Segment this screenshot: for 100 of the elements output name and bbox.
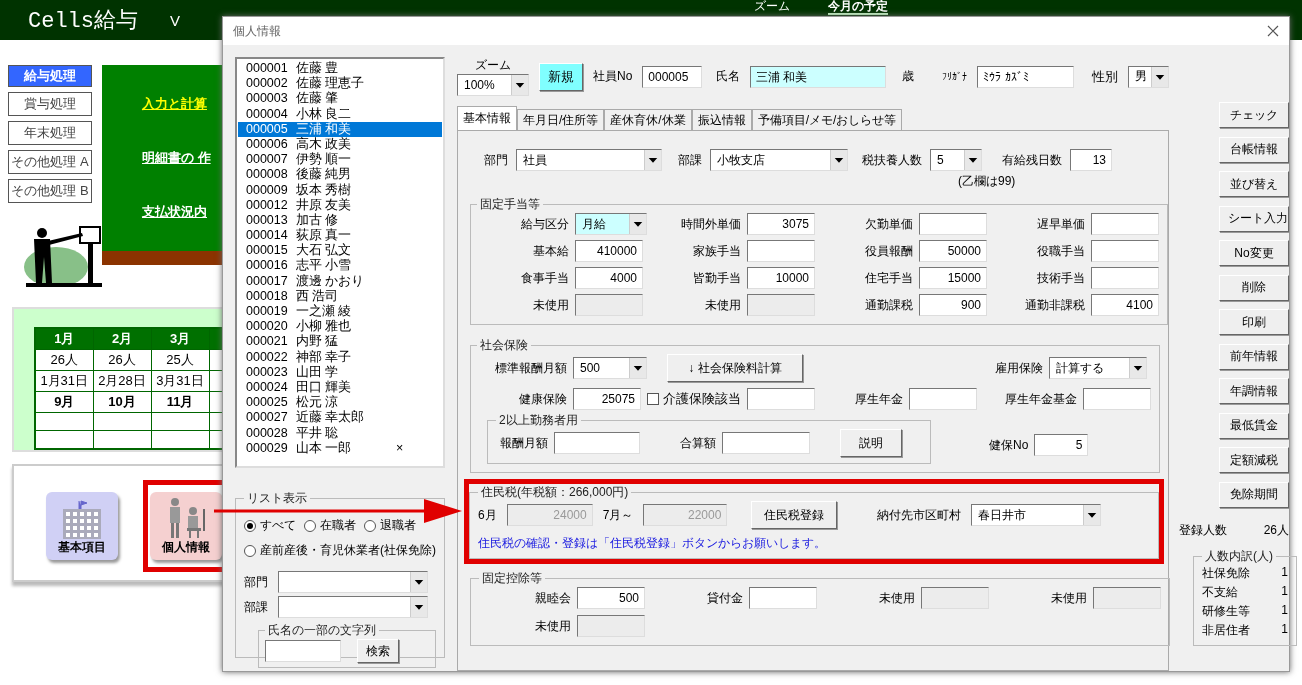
radio-button[interactable] — [364, 519, 376, 532]
dropdown[interactable]: 小牧支店 — [710, 149, 848, 171]
input-field[interactable]: ﾐｳﾗ ｶｽﾞﾐ — [977, 65, 1075, 88]
dropdown[interactable]: 500 — [573, 357, 647, 379]
list-item[interactable]: 000018 西 浩司 — [238, 288, 442, 304]
input-field[interactable]: 10000 — [747, 267, 815, 289]
list-item[interactable]: 000017 渡邊 かおり — [238, 273, 442, 289]
action-button[interactable]: 削除 — [1219, 274, 1289, 301]
list-item[interactable]: 000008 後藤 純男 — [238, 167, 442, 183]
input-field[interactable] — [919, 213, 987, 235]
menu-link[interactable]: 入力と計算 — [142, 95, 207, 113]
input-field[interactable]: 50000 — [919, 240, 987, 262]
side-menu-button[interactable]: その他処理 B — [8, 179, 92, 203]
radio-label[interactable]: すべて — [260, 517, 296, 534]
dropdown[interactable]: 春日井市 — [971, 504, 1102, 526]
shortcut-button[interactable]: 個人情報 — [150, 492, 222, 560]
input-field[interactable]: 4000 — [575, 267, 643, 289]
action-button[interactable]: 印刷 — [1219, 309, 1289, 335]
radio-button[interactable] — [244, 519, 256, 532]
side-menu-button[interactable]: 年末処理 — [8, 121, 92, 145]
input-field[interactable]: 410000 — [575, 240, 643, 262]
radio-button[interactable] — [304, 519, 316, 532]
action-button[interactable]: 並び替え — [1219, 171, 1289, 197]
side-menu-button[interactable]: その他処理 A — [8, 150, 92, 174]
dropdown[interactable]: 5 — [930, 149, 982, 171]
menu-link[interactable]: 明細書の 作 — [142, 149, 211, 167]
action-button[interactable]: 前年情報 — [1219, 343, 1289, 370]
dropdown[interactable]: 男 — [1128, 65, 1169, 88]
list-item[interactable]: 000016 志平 小雪 — [238, 258, 442, 274]
input-field[interactable] — [749, 587, 817, 609]
list-item[interactable]: 000027 近藤 幸太郎 — [238, 410, 442, 426]
input-field[interactable]: 5 — [1034, 434, 1089, 456]
tab[interactable]: 年月日/住所等 — [517, 109, 605, 130]
list-item[interactable]: 000020 小柳 雅也 — [238, 319, 442, 335]
list-item[interactable]: 000012 井原 友美 — [238, 197, 442, 213]
radio-label[interactable]: 在職者 — [320, 517, 356, 534]
close-icon[interactable] — [1267, 25, 1279, 37]
tab[interactable]: 振込情報 — [691, 109, 752, 130]
checkbox[interactable] — [647, 393, 659, 405]
dropdown[interactable] — [278, 596, 428, 618]
list-item[interactable]: 000001 佐藤 豊 — [238, 61, 442, 77]
input-field[interactable]: 3075 — [747, 213, 815, 235]
input-field[interactable] — [1091, 240, 1159, 262]
list-item[interactable]: 000005 三浦 和美 — [238, 121, 442, 137]
input-field[interactable] — [1083, 388, 1151, 410]
side-menu-button[interactable]: 賞与処理 — [8, 92, 92, 116]
radio-label[interactable]: 退職者 — [380, 517, 416, 534]
menu-link[interactable]: 支払状況内 — [142, 203, 207, 221]
radio-label[interactable]: 産前産後・育児休業者(社保免除) — [260, 542, 436, 559]
input-field[interactable]: 900 — [919, 294, 987, 316]
list-item[interactable]: 000019 一之瀬 綾 — [238, 304, 442, 320]
action-button[interactable]: シート入力 — [1219, 205, 1289, 232]
input-field[interactable] — [554, 432, 640, 454]
input-field[interactable] — [722, 432, 810, 454]
list-item[interactable]: 000022 神部 幸子 — [238, 349, 442, 365]
input-field[interactable]: 500 — [577, 587, 645, 609]
list-item[interactable]: 000002 佐藤 理恵子 — [238, 76, 442, 92]
action-button[interactable]: 最低賃金 — [1219, 412, 1289, 439]
list-item[interactable]: 000009 坂本 秀樹 — [238, 182, 442, 198]
input-field[interactable] — [1091, 267, 1159, 289]
calculate-button[interactable]: ↓ 社会保険料計算 — [667, 354, 803, 382]
menu-item[interactable]: ズーム — [754, 0, 790, 15]
list-item[interactable]: 000007 伊勢 順一 — [238, 152, 442, 168]
list-item[interactable]: 000015 大石 弘文 — [238, 243, 442, 259]
action-button[interactable]: No変更 — [1219, 240, 1289, 266]
list-item[interactable]: 000024 田口 輝美 — [238, 379, 442, 396]
list-item[interactable]: 000013 加古 修 — [238, 212, 442, 229]
tab[interactable]: 予備項目/メモ/おしらせ等 — [751, 109, 903, 130]
list-item[interactable]: 000014 荻原 真一 — [238, 228, 442, 244]
input-field[interactable] — [747, 240, 815, 262]
input-field[interactable]: 4100 — [1091, 294, 1159, 316]
list-item[interactable]: 000029 山本 一郎 × — [238, 440, 442, 456]
action-button[interactable]: 年調情報 — [1219, 378, 1289, 404]
radio-button[interactable] — [244, 544, 256, 557]
explain-button[interactable]: 説明 — [840, 429, 902, 457]
action-button[interactable]: 台帳情報 — [1219, 136, 1289, 163]
input-field[interactable] — [747, 388, 815, 410]
list-item[interactable]: 000023 山田 学 — [238, 364, 442, 380]
side-menu-button[interactable]: 給与処理 — [8, 65, 92, 87]
action-button[interactable]: 定額減税 — [1219, 447, 1289, 473]
input-field[interactable]: 13 — [1070, 149, 1112, 171]
checkbox-label[interactable]: 介護保険該当 — [663, 390, 741, 408]
dropdown[interactable]: 計算する — [1049, 357, 1147, 379]
input-field[interactable]: 三浦 和美 — [749, 65, 887, 88]
action-button[interactable]: チェック — [1219, 102, 1289, 128]
dropdown[interactable] — [278, 571, 428, 593]
input-field[interactable] — [1091, 213, 1159, 235]
input-field[interactable]: 000005 — [642, 65, 702, 88]
list-item[interactable]: 000003 佐藤 肇 — [238, 91, 442, 107]
input-field[interactable] — [909, 388, 977, 410]
input-field[interactable]: 25075 — [573, 388, 641, 410]
list-item[interactable]: 000028 平井 聡 — [238, 425, 442, 441]
tab[interactable]: 産休育休/休業 — [604, 109, 692, 130]
list-item[interactable]: 000006 高木 政美 — [238, 136, 442, 153]
list-item[interactable]: 000025 松元 涼 — [238, 395, 442, 411]
input-field[interactable]: 15000 — [919, 267, 987, 289]
register-button[interactable]: 住民税登録 — [751, 501, 838, 529]
new-button[interactable]: 新規 — [539, 62, 583, 91]
action-button[interactable]: 免除期間 — [1219, 481, 1289, 508]
shortcut-button[interactable]: 基本項目 — [46, 492, 118, 560]
